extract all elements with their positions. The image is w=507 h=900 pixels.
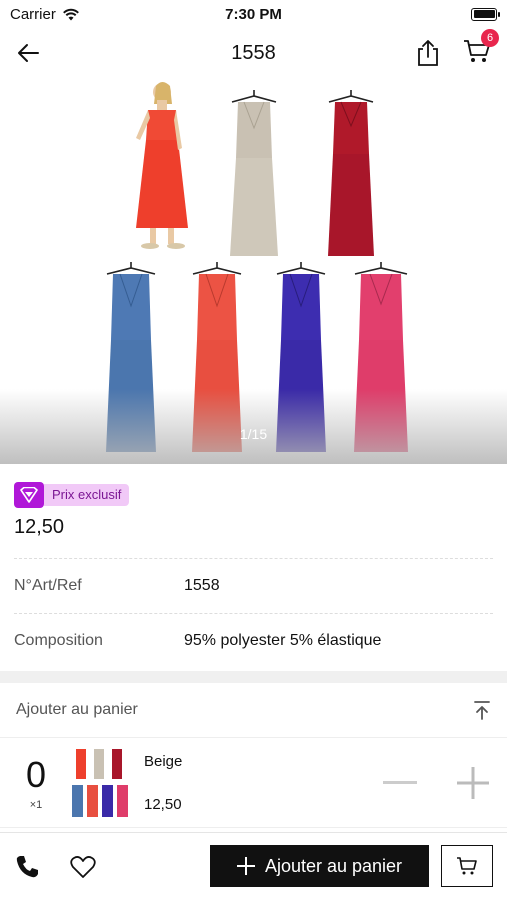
product-price: 12,50 (14, 516, 65, 538)
attribute-label: N°Art/Ref (14, 577, 82, 594)
battery-icon (471, 7, 500, 21)
variant-multiplier: ×1 (29, 798, 43, 811)
scroll-top-icon[interactable] (473, 700, 491, 720)
view-cart-button[interactable] (441, 845, 493, 887)
dress-wine-image (328, 90, 374, 256)
attribute-value: 95% polyester 5% élastique (184, 632, 382, 649)
variant-row: 0 ×1 Beige 12,50 (0, 738, 507, 828)
decrement-button[interactable] (383, 780, 417, 785)
cart-button[interactable]: 6 (463, 28, 499, 69)
exclusive-price-badge: Prix exclusif (14, 482, 493, 508)
plus-icon (236, 857, 255, 875)
bottom-action-bar: Ajouter au panier (0, 832, 507, 900)
attribute-value: 1558 (184, 577, 220, 594)
add-to-cart-label: Ajouter au panier (264, 855, 403, 876)
add-to-cart-header: Ajouter au panier (0, 683, 507, 738)
carrier-label: Carrier (10, 5, 56, 23)
product-image-gallery[interactable]: 1/15 (0, 78, 507, 464)
exclusive-label: Prix exclusif (44, 484, 130, 506)
image-counter: 1/15 (239, 426, 268, 442)
model-photo (136, 82, 188, 249)
add-to-cart-title: Ajouter au panier (16, 701, 138, 718)
phone-icon[interactable] (14, 854, 40, 880)
variant-quantity: 0 (25, 753, 47, 795)
variant-price: 12,50 (144, 795, 182, 813)
nav-bar: 1558 6 (0, 28, 507, 78)
quantity-stepper (383, 766, 489, 799)
variant-color: Beige (144, 752, 183, 770)
share-icon[interactable] (415, 39, 441, 67)
attribute-row-composition: Composition 95% polyester 5% élastique (14, 614, 493, 668)
variant-thumbnail (72, 748, 128, 817)
attribute-label: Composition (14, 632, 103, 649)
page-title: 1558 (231, 41, 276, 64)
status-bar: Carrier 7:30 PM (0, 0, 507, 28)
attribute-row-ref: N°Art/Ref 1558 (14, 559, 493, 613)
status-time: 7:30 PM (225, 6, 282, 23)
cart-count-badge: 6 (481, 28, 499, 47)
dress-beige-image (230, 90, 278, 256)
back-arrow-icon[interactable] (16, 43, 40, 63)
increment-button[interactable] (457, 766, 489, 799)
heart-icon[interactable] (70, 855, 96, 879)
product-info: Prix exclusif 12,50 N°Art/Ref 1558 Compo… (0, 464, 507, 668)
cart-icon (457, 857, 477, 875)
wifi-icon (62, 8, 79, 20)
diamond-icon (14, 482, 44, 508)
add-to-cart-button[interactable]: Ajouter au panier (210, 845, 429, 887)
